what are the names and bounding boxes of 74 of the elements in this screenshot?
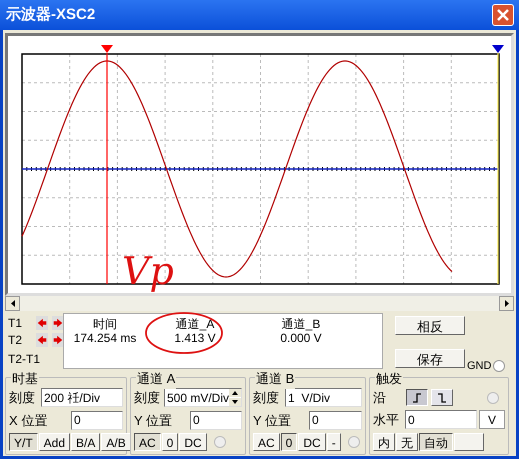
gnd-radio[interactable] bbox=[493, 360, 506, 372]
mode-button[interactable]: 自动 bbox=[419, 432, 453, 450]
field-label: Y 位置 bbox=[253, 412, 292, 430]
mode-button[interactable]: 内 bbox=[373, 432, 395, 450]
window-title: 示波器-XSC2 bbox=[6, 4, 96, 25]
right-arrow-icon bbox=[52, 335, 64, 345]
close-icon bbox=[497, 9, 509, 21]
close-button[interactable] bbox=[492, 4, 514, 26]
field-label: X 位置 bbox=[9, 412, 48, 430]
field-label: 沿 bbox=[373, 388, 387, 407]
input-field[interactable]: 200 祍/Div bbox=[41, 388, 123, 408]
readout-value: 0.000 V bbox=[280, 331, 322, 345]
mode-button[interactable]: Y/T bbox=[9, 433, 38, 451]
mode-button[interactable]: 无 bbox=[396, 432, 418, 450]
radio-button[interactable] bbox=[487, 392, 499, 404]
mode-button[interactable]: AC bbox=[253, 433, 280, 451]
scroll-bar[interactable] bbox=[5, 296, 514, 311]
mode-button[interactable]: DC bbox=[179, 433, 207, 451]
cursor-marker[interactable] bbox=[492, 45, 504, 53]
mode-button[interactable]: 0 bbox=[162, 433, 178, 451]
move-right-button[interactable] bbox=[52, 333, 64, 347]
action-button[interactable]: 保存 bbox=[395, 349, 465, 368]
gnd-label: GND bbox=[467, 359, 492, 374]
blank-button[interactable] bbox=[454, 432, 484, 450]
column-header: 通道_A bbox=[176, 317, 214, 331]
falling-edge-icon bbox=[436, 392, 448, 404]
cursor-label: T2 bbox=[8, 332, 24, 348]
readout-value: 1.413 V bbox=[174, 331, 216, 345]
cursor-label: T2-T1 bbox=[8, 351, 40, 367]
handwritten-note: Vp bbox=[122, 252, 174, 290]
field-label: 水平 bbox=[373, 411, 400, 429]
left-arrow-icon bbox=[36, 318, 48, 328]
action-button[interactable]: 相反 bbox=[395, 316, 465, 335]
move-right-button[interactable] bbox=[52, 316, 64, 330]
column-header: 通道_B bbox=[282, 317, 320, 331]
mode-button[interactable]: AC bbox=[134, 433, 161, 451]
input-field[interactable]: 500 mV/Div bbox=[164, 388, 242, 408]
column-header: 时间 bbox=[93, 317, 117, 331]
scroll-right-button[interactable] bbox=[499, 296, 514, 311]
mode-button[interactable]: DC bbox=[298, 433, 326, 451]
right-arrow-icon bbox=[504, 300, 508, 307]
field-label: 刻度 bbox=[9, 389, 36, 407]
input-field[interactable]: 0 bbox=[309, 410, 362, 430]
move-left-button[interactable] bbox=[36, 333, 48, 347]
mode-button[interactable]: 0 bbox=[280, 433, 298, 451]
field-label: 刻度 bbox=[134, 389, 161, 407]
input-field[interactable]: 0 bbox=[190, 410, 242, 430]
cursor-label: T1 bbox=[8, 315, 24, 331]
input-field[interactable]: 1 V/Div bbox=[285, 388, 362, 408]
left-arrow-icon bbox=[36, 335, 48, 345]
rising-edge-button[interactable] bbox=[406, 389, 428, 406]
readout-value: 174.254 ms bbox=[74, 331, 136, 345]
spin-arrows-icon bbox=[229, 389, 241, 406]
field-label: 刻度 bbox=[253, 389, 280, 407]
spin-button[interactable] bbox=[229, 389, 241, 406]
unit-field[interactable]: V bbox=[479, 410, 505, 430]
mode-button[interactable]: - bbox=[326, 433, 341, 451]
right-arrow-icon bbox=[52, 318, 64, 328]
field-label: Y 位置 bbox=[134, 412, 174, 430]
move-left-button[interactable] bbox=[36, 316, 48, 330]
falling-edge-button[interactable] bbox=[431, 389, 453, 406]
input-field[interactable]: 0 bbox=[405, 410, 477, 430]
rising-edge-icon bbox=[411, 392, 423, 404]
radio-button[interactable] bbox=[348, 436, 360, 448]
group-title: 通道 B bbox=[255, 369, 296, 388]
cursor-marker[interactable] bbox=[101, 45, 113, 53]
mode-button[interactable]: Add bbox=[38, 433, 70, 451]
scroll-left-button[interactable] bbox=[5, 296, 20, 311]
radio-button[interactable] bbox=[214, 436, 226, 448]
mode-button[interactable]: B/A bbox=[71, 433, 100, 451]
mode-button[interactable]: A/B bbox=[101, 433, 131, 451]
input-field[interactable]: 0 bbox=[71, 410, 123, 430]
left-arrow-icon bbox=[10, 300, 14, 307]
group-title: 通道 A bbox=[136, 369, 176, 388]
